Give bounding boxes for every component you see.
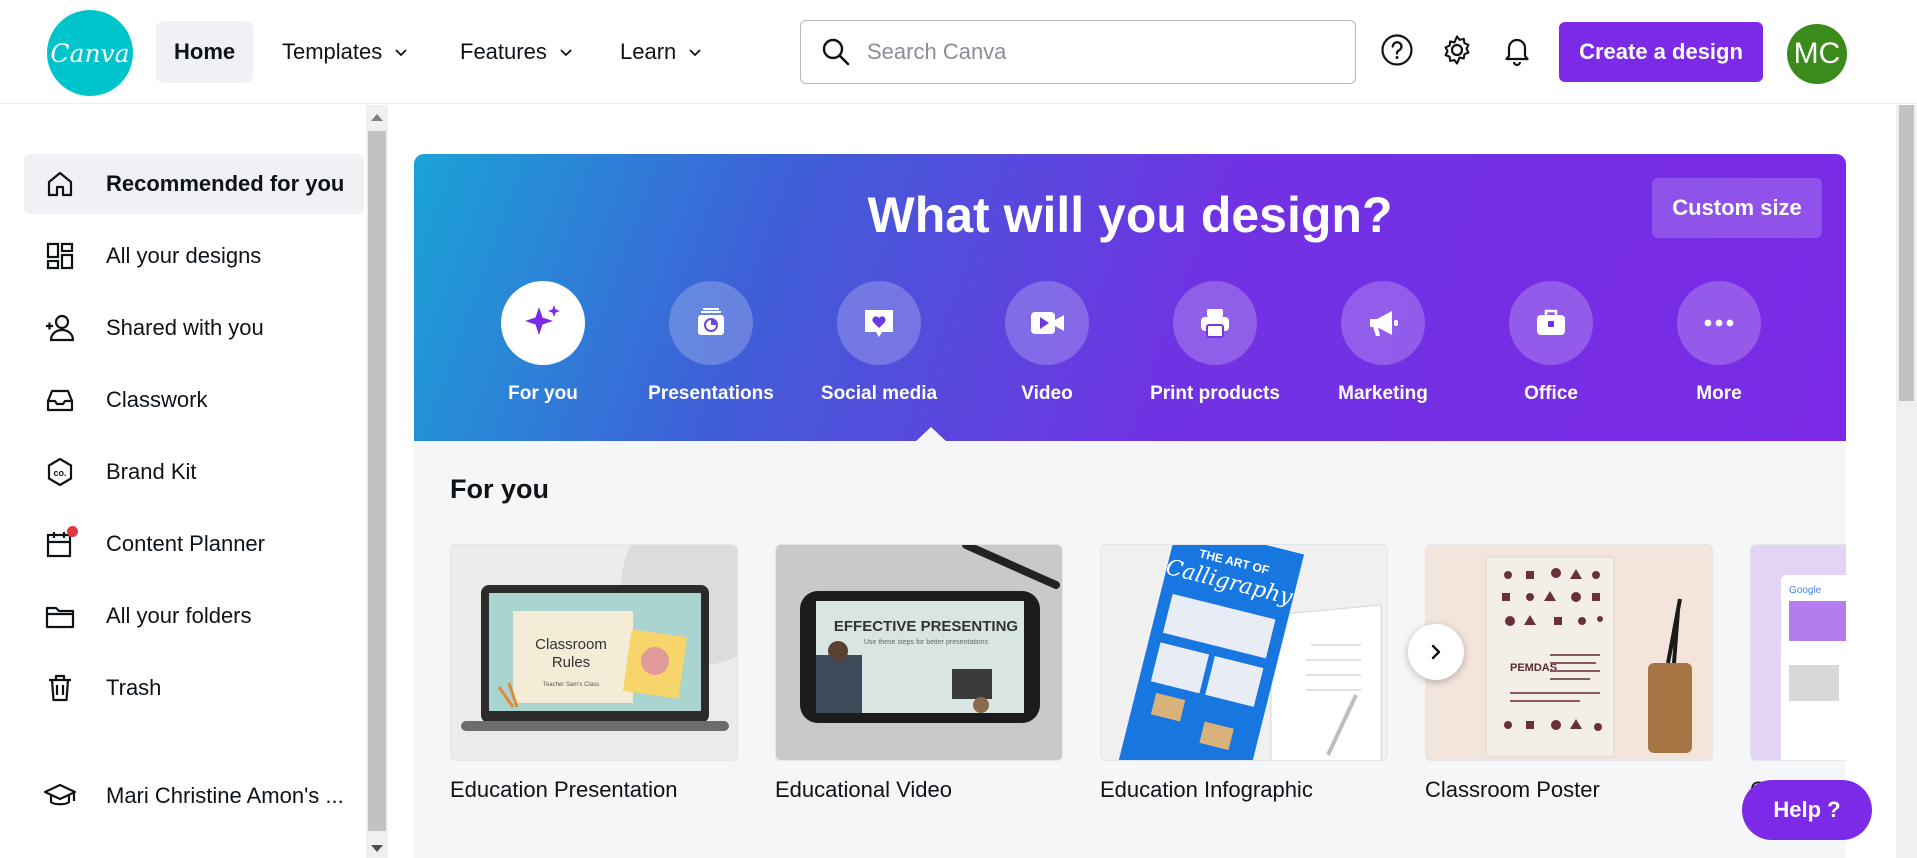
sidebar-item-label: Classwork [106, 387, 208, 412]
svg-text:co.: co. [53, 468, 66, 478]
template-thumbnail: Classroom Rules Teacher Sam's Class [450, 544, 738, 761]
template-thumbnail: THE ART OF Calligraphy [1100, 544, 1388, 761]
nav-learn[interactable]: Learn [602, 21, 722, 83]
video-icon [1005, 281, 1089, 365]
category-video[interactable]: Video [963, 281, 1131, 405]
thumb-text: Google [1789, 585, 1822, 596]
briefcase-icon [1509, 281, 1593, 365]
category-print-products[interactable]: Print products [1131, 281, 1299, 405]
category-social-media[interactable]: Social media [795, 281, 963, 405]
thumb-text: Rules [552, 654, 590, 671]
category-more[interactable]: More [1635, 281, 1803, 405]
template-thumbnail: PEMDAS [1425, 544, 1713, 761]
nav-templates[interactable]: Templates [264, 21, 428, 83]
chevron-down-icon [689, 49, 701, 57]
sidebar: Recommended for you All your designs Sha… [0, 105, 366, 858]
sidebar-item-classwork[interactable]: Classwork [24, 370, 364, 430]
template-caption: Education Infographic [1100, 777, 1313, 802]
inbox-icon [42, 382, 78, 418]
template-thumbnail: Google [1750, 544, 1846, 761]
sidebar-team-switcher[interactable]: Mari Christine Amon's ... [24, 766, 364, 826]
sidebar-item-label: Recommended for you [106, 171, 345, 196]
for-you-section: For you Classroom Rules Teacher Sam's Cl… [414, 441, 1846, 858]
template-card[interactable]: PEMDAS Classroom Poster [1425, 544, 1713, 803]
nav-features[interactable]: Features [442, 21, 593, 83]
notification-dot [67, 526, 78, 537]
thumb-text: Use these steps for better presentations [864, 639, 989, 646]
home-icon [42, 166, 78, 202]
chevron-right-icon [1431, 644, 1441, 660]
canva-logo[interactable]: Canva [47, 10, 133, 96]
sidebar-item-shared[interactable]: Shared with you [24, 298, 364, 358]
chevron-down-icon [560, 49, 572, 57]
calendar-icon [42, 526, 78, 562]
hero-banner: What will you design? Custom size For yo… [414, 154, 1846, 441]
sidebar-item-label: Content Planner [106, 531, 265, 556]
presentation-icon [669, 281, 753, 365]
help-icon[interactable] [1378, 30, 1416, 70]
grid-icon [42, 238, 78, 274]
category-presentations[interactable]: Presentations [627, 281, 795, 405]
graduation-cap-icon [42, 778, 78, 814]
scroll-up-arrow[interactable] [371, 114, 383, 121]
trash-icon [42, 670, 78, 706]
search-input[interactable] [867, 39, 1327, 65]
folder-icon [42, 598, 78, 634]
chevron-down-icon [395, 49, 407, 57]
sidebar-item-label: Shared with you [106, 315, 264, 340]
thumb-text: EFFECTIVE PRESENTING [834, 618, 1018, 635]
sidebar-item-content-planner[interactable]: Content Planner [24, 514, 364, 574]
brand-kit-icon: co. [42, 454, 78, 490]
active-category-pointer [915, 427, 947, 442]
gear-icon[interactable] [1438, 30, 1476, 70]
main-content: What will you design? Custom size For yo… [388, 105, 1896, 858]
scroll-down-arrow[interactable] [371, 845, 383, 852]
category-marketing[interactable]: Marketing [1299, 281, 1467, 405]
sidebar-item-trash[interactable]: Trash [24, 658, 364, 718]
sparkle-icon [501, 281, 585, 365]
create-design-button[interactable]: Create a design [1559, 22, 1763, 82]
section-title: For you [450, 474, 549, 504]
category-for-you[interactable]: For you [459, 281, 627, 405]
template-card[interactable]: Classroom Rules Teacher Sam's Class Educ… [450, 544, 738, 803]
main-scrollbar[interactable] [1896, 105, 1917, 858]
template-caption: Educational Video [775, 777, 952, 802]
sidebar-scroll-thumb[interactable] [368, 131, 386, 831]
template-caption: Education Presentation [450, 777, 678, 802]
printer-icon [1173, 281, 1257, 365]
main-scroll-thumb[interactable] [1899, 105, 1914, 401]
search-icon [822, 38, 850, 66]
sidebar-item-label: All your designs [106, 243, 262, 268]
sidebar-item-all-designs[interactable]: All your designs [24, 226, 364, 286]
carousel-next-button[interactable] [1408, 624, 1464, 680]
sidebar-item-label: Brand Kit [106, 459, 197, 484]
category-office[interactable]: Office [1467, 281, 1635, 405]
sidebar-scrollbar[interactable] [366, 105, 388, 858]
template-thumbnail: EFFECTIVE PRESENTING Use these steps for… [775, 544, 1063, 761]
template-caption: Classroom Poster [1425, 777, 1600, 802]
users-icon [42, 310, 78, 346]
help-button[interactable]: Help ? [1742, 780, 1872, 840]
custom-size-button[interactable]: Custom size [1652, 178, 1822, 238]
more-icon [1677, 281, 1761, 365]
thumb-text: Teacher Sam's Class [543, 682, 599, 688]
nav-home[interactable]: Home [156, 21, 254, 83]
thumb-text: Classroom [535, 636, 607, 653]
template-card[interactable]: THE ART OF Calligraphy Education Infogra… [1100, 544, 1388, 803]
hero-title: What will you design? [867, 187, 1393, 243]
sidebar-item-recommended[interactable]: Recommended for you [24, 154, 364, 214]
megaphone-icon [1341, 281, 1425, 365]
heart-icon [837, 281, 921, 365]
sidebar-item-label: All your folders [106, 603, 252, 628]
team-name: Mari Christine Amon's ... [106, 783, 344, 808]
template-card[interactable]: EFFECTIVE PRESENTING Use these steps for… [775, 544, 1063, 803]
sidebar-item-brand-kit[interactable]: co. Brand Kit [24, 442, 364, 502]
bell-icon[interactable] [1498, 30, 1536, 70]
search-box[interactable] [800, 20, 1356, 84]
top-bar: Canva Home Templates Features Learn Crea… [0, 0, 1917, 104]
template-card[interactable]: Google C [1750, 544, 1846, 803]
sidebar-item-folders[interactable]: All your folders [24, 586, 364, 646]
avatar[interactable]: MC [1787, 24, 1847, 84]
sidebar-item-label: Trash [106, 675, 162, 700]
